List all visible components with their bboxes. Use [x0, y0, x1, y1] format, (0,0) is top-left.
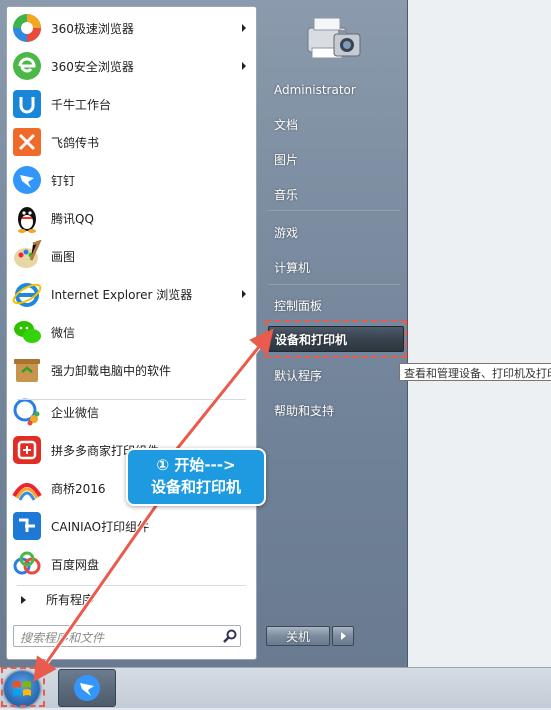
callout-line-2: 设备和打印机	[150, 478, 241, 496]
instruction-callout: ① 开始---> 设备和打印机	[126, 448, 266, 506]
callout-line-1: ① 开始--->	[156, 456, 236, 474]
annotation-arrows	[33, 328, 274, 682]
